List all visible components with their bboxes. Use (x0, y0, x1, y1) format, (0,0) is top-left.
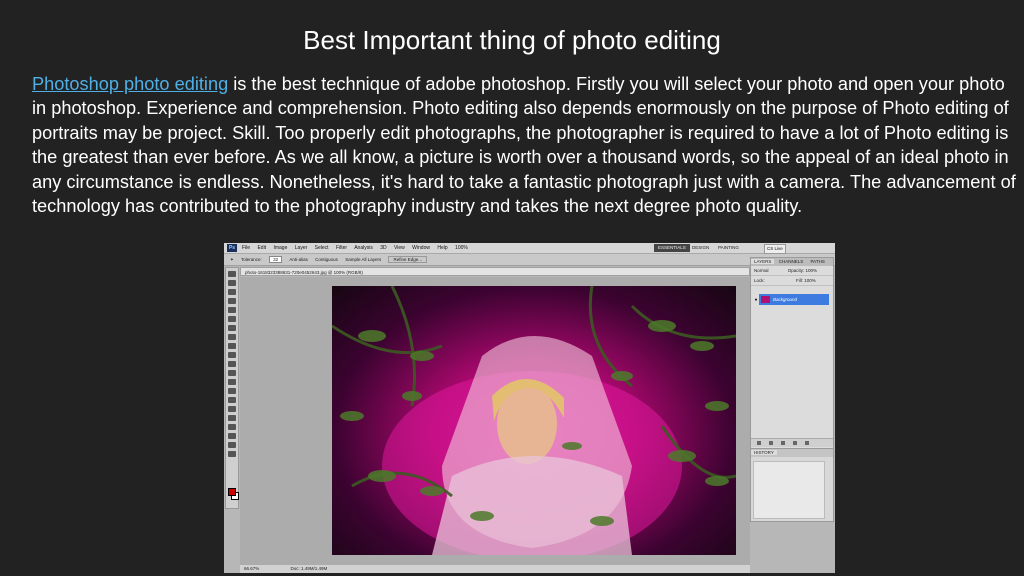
body-text: is the best technique of adobe photoshop… (32, 74, 1016, 217)
tab-paths[interactable]: PATHS (807, 259, 827, 264)
zoom-tool-icon[interactable] (228, 451, 236, 457)
contiguous-checkbox[interactable]: Contiguous (315, 257, 338, 262)
magic-wand-icon[interactable]: ✦ (230, 257, 234, 262)
body-paragraph: Photoshop photo editing is the best tech… (32, 72, 1016, 218)
layers-panel: LAYERS CHANNELS PATHS Normal Opacity: 10… (750, 257, 834, 522)
menu-help[interactable]: Help (437, 245, 447, 251)
photoshop-screenshot: Ps File Edit Image Layer Select Filter A… (224, 243, 835, 573)
portrait-photo (332, 286, 736, 555)
canvas-area[interactable] (240, 277, 750, 565)
workspace-essentials[interactable]: ESSENTIALS (654, 244, 690, 252)
lasso-tool-icon[interactable] (228, 289, 236, 295)
eraser-tool-icon[interactable] (228, 361, 236, 367)
cs-live-button[interactable]: CS Live (764, 244, 786, 254)
portrait-illustration (332, 286, 736, 555)
lock-row: Lock: Fill: 100% (751, 276, 833, 286)
tolerance-label: Tolerance: (241, 257, 262, 262)
layer-name: Background (773, 297, 798, 302)
layer-thumbnail (761, 296, 770, 304)
history-tabs: HISTORY (751, 449, 833, 457)
history-panel: HISTORY (751, 448, 833, 521)
magic-wand-tool-icon[interactable] (228, 298, 236, 304)
stamp-tool-icon[interactable] (228, 343, 236, 349)
lock-label: Lock: (754, 278, 765, 283)
tab-layers[interactable]: LAYERS (751, 259, 775, 264)
blend-row: Normal Opacity: 100% (751, 266, 833, 276)
menu-file[interactable]: File (242, 245, 250, 251)
status-zoom[interactable]: 66.67% (244, 566, 259, 571)
refine-edge-button[interactable]: Refine Edge... (388, 256, 428, 263)
menu-edit[interactable]: Edit (257, 245, 266, 251)
menu-image[interactable]: Image (273, 245, 287, 251)
history-brush-tool-icon[interactable] (228, 352, 236, 358)
menu-3d[interactable]: 3D (380, 245, 386, 251)
menu-select[interactable]: Select (315, 245, 329, 251)
hand-tool-icon[interactable] (228, 442, 236, 448)
eyedropper-tool-icon[interactable] (228, 316, 236, 322)
zoom-select[interactable]: 100% (455, 245, 468, 251)
blur-tool-icon[interactable] (228, 379, 236, 385)
type-tool-icon[interactable] (228, 406, 236, 412)
options-bar: ✦ Tolerance: 32 Anti-alias Contiguous Sa… (224, 254, 835, 266)
toolbox (225, 267, 239, 509)
tab-channels[interactable]: CHANNELS (776, 259, 807, 264)
foreground-color-swatch[interactable] (228, 488, 236, 496)
brush-tool-icon[interactable] (228, 334, 236, 340)
workspace-design[interactable]: DESIGN (692, 244, 709, 252)
photoshop-editing-link[interactable]: Photoshop photo editing (32, 74, 228, 94)
blend-mode-select[interactable]: Normal (754, 268, 769, 273)
path-select-tool-icon[interactable] (228, 415, 236, 421)
menu-layer[interactable]: Layer (295, 245, 308, 251)
history-list[interactable] (753, 461, 825, 519)
tolerance-input[interactable]: 32 (269, 256, 283, 263)
status-bar: 66.67% Doc: 1.49M/1.49M (240, 565, 750, 573)
layers-panel-tabs: LAYERS CHANNELS PATHS (751, 258, 833, 266)
workspace-painting[interactable]: PAINTING (718, 244, 739, 252)
dodge-tool-icon[interactable] (228, 388, 236, 394)
slide-title: Best Important thing of photo editing (303, 25, 721, 55)
status-doc-size: Doc: 1.49M/1.49M (290, 566, 328, 571)
fx-icon[interactable] (769, 441, 773, 445)
menu-window[interactable]: Window (412, 245, 430, 251)
trash-icon[interactable] (805, 441, 809, 445)
menu-list: File Edit Image Layer Select Filter Anal… (242, 243, 474, 253)
menu-analysis[interactable]: Analysis (354, 245, 373, 251)
fill-field[interactable]: Fill: 100% (796, 278, 816, 283)
3d-rotate-tool-icon[interactable] (228, 433, 236, 439)
link-layers-icon[interactable] (757, 441, 761, 445)
gradient-tool-icon[interactable] (228, 370, 236, 376)
shape-tool-icon[interactable] (228, 424, 236, 430)
marquee-tool-icon[interactable] (228, 280, 236, 286)
healing-tool-icon[interactable] (228, 325, 236, 331)
layer-row-background[interactable]: ● Background (753, 294, 829, 305)
menu-filter[interactable]: Filter (336, 245, 347, 251)
tab-history[interactable]: HISTORY (751, 450, 777, 455)
mask-icon[interactable] (781, 441, 785, 445)
crop-tool-icon[interactable] (228, 307, 236, 313)
pen-tool-icon[interactable] (228, 397, 236, 403)
menu-view[interactable]: View (394, 245, 405, 251)
menu-bar: Ps File Edit Image Layer Select Filter A… (224, 243, 835, 254)
document-tab[interactable]: photo-1618323388631-720e0452643.jpg @ 10… (240, 267, 750, 276)
new-layer-icon[interactable] (793, 441, 797, 445)
ps-logo: Ps (227, 244, 237, 252)
move-tool-icon[interactable] (228, 271, 236, 277)
layers-panel-footer (751, 438, 833, 447)
opacity-field[interactable]: Opacity: 100% (788, 268, 817, 273)
anti-alias-checkbox[interactable]: Anti-alias (289, 257, 308, 262)
eye-icon[interactable]: ● (753, 294, 759, 305)
sample-all-checkbox[interactable]: Sample All Layers (345, 257, 381, 262)
